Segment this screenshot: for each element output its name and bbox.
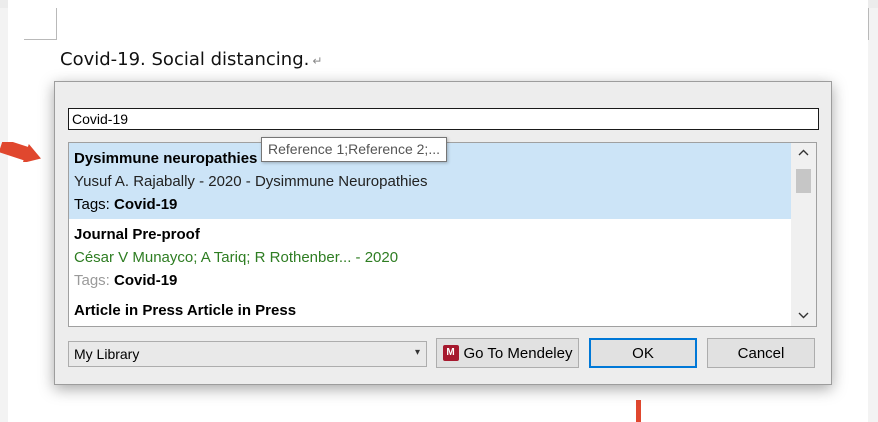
cancel-button[interactable]: Cancel (707, 338, 815, 368)
chevron-up-icon[interactable] (791, 143, 816, 163)
scrollbar-thumb[interactable] (796, 169, 811, 193)
document-text: Covid-19. Social distancing. (60, 49, 310, 70)
go-to-mendeley-label: Go To Mendeley (463, 344, 573, 362)
library-select-value: My Library (74, 346, 140, 362)
page-corner-mark-right (868, 8, 869, 40)
library-select[interactable]: My Library ▾ (68, 341, 427, 367)
search-input[interactable] (68, 108, 819, 130)
result-item[interactable]: Journal Pre-proof César V Munayco; A Tar… (69, 219, 791, 295)
mendeley-logo-icon: M (442, 345, 459, 361)
result-authors: Yusuf A. Rajabally - 2020 - Dysimmune Ne… (74, 173, 428, 190)
tag-value: Covid-19 (114, 272, 178, 289)
results-list[interactable]: Dysimmune neuropathies Yusuf A. Rajaball… (68, 142, 817, 327)
ok-button[interactable]: OK (589, 338, 697, 368)
result-title: Article in Press Article in Press (74, 302, 297, 319)
reference-tooltip: Reference 1;Reference 2;... (261, 137, 447, 162)
annotation-marker (636, 400, 641, 422)
result-tags: Tags: Covid-19 (74, 193, 786, 216)
results-scrollbar[interactable] (791, 143, 816, 326)
dropdown-arrow-icon: ▾ (414, 347, 420, 358)
chevron-down-icon[interactable] (791, 306, 816, 326)
results-scroll-area[interactable]: Dysimmune neuropathies Yusuf A. Rajaball… (69, 143, 791, 326)
page-corner-mark (56, 8, 57, 40)
cancel-label: Cancel (737, 344, 785, 362)
tag-value: Covid-19 (114, 196, 178, 213)
result-item[interactable]: Article in Press Article in Press (69, 295, 791, 325)
paragraph-mark-icon: ↵ (312, 54, 323, 68)
mendeley-citation-dialog: Dysimmune neuropathies Yusuf A. Rajaball… (54, 81, 832, 385)
ok-label: OK (632, 344, 654, 362)
go-to-mendeley-button[interactable]: M Go To Mendeley (436, 338, 579, 368)
document-text-line[interactable]: Covid-19. Social distancing. ↵ (60, 49, 322, 70)
annotation-arrow-icon (0, 142, 41, 162)
result-title: Journal Pre-proof (74, 226, 200, 243)
tags-label: Tags: (74, 196, 110, 213)
tags-label: Tags: (74, 272, 110, 289)
result-tags: Tags: Covid-19 (74, 269, 786, 292)
page-corner-mark (24, 39, 57, 40)
result-authors: César V Munayco; A Tariq; R Rothenber...… (74, 249, 399, 266)
